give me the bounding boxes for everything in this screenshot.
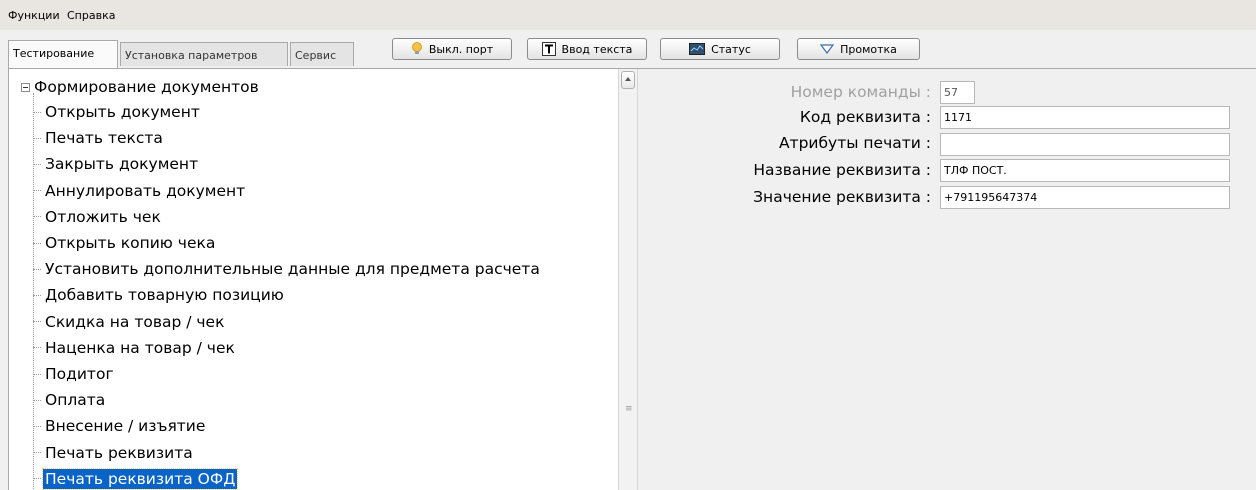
tree-item[interactable]: Подитог [33, 361, 116, 387]
req-name-label: Название реквизита : [753, 161, 931, 179]
tree-item-label: Печать реквизита ОФД [41, 467, 239, 490]
req-value-label: Значение реквизита : [753, 188, 931, 206]
text-T-icon [541, 42, 556, 56]
status-button[interactable]: Статус [660, 38, 780, 60]
tree-item[interactable]: Аннулировать документ [33, 178, 247, 204]
tree-item[interactable]: Печать реквизита [33, 440, 195, 466]
req-code-field[interactable] [940, 106, 1230, 129]
tree-connector [33, 373, 41, 375]
tree-connector [33, 216, 41, 218]
tab-testing[interactable]: Тестирование [8, 40, 118, 68]
tree-item[interactable]: Отложить чек [33, 204, 163, 230]
port-off-button[interactable]: Выкл. порт [392, 38, 512, 60]
tree-item[interactable]: Печать реквизита ОФД [33, 466, 239, 490]
tree-item[interactable]: Открыть документ [33, 99, 202, 125]
cmd-number-field [940, 81, 975, 104]
tree-connector [33, 268, 41, 270]
tree-connector [33, 399, 41, 401]
tab-parameters[interactable]: Установка параметров [120, 42, 288, 66]
tree-item-label: Внесение / изъятие [45, 417, 206, 436]
tree-item[interactable]: Оплата [33, 387, 107, 413]
tree-item-label: Отложить чек [45, 207, 161, 226]
tree-item-label: Печать текста [45, 129, 163, 148]
tree-item-label: Добавить товарную позицию [45, 286, 284, 305]
tree-connector [33, 425, 41, 427]
command-tree[interactable]: Формирование документов Открыть документ… [8, 69, 618, 490]
text-input-label: Ввод текста [561, 42, 633, 56]
cmd-number-label: Номер команды : [790, 83, 931, 101]
tree-root-node[interactable]: Формирование документов [21, 78, 259, 96]
feed-button[interactable]: Промотка [797, 38, 920, 60]
menu-functions[interactable]: Функции [8, 9, 60, 22]
feed-label: Промотка [840, 42, 897, 56]
tree-connector [33, 242, 41, 244]
monitor-icon [689, 43, 706, 55]
tab-service[interactable]: Сервис [290, 42, 354, 66]
tree-item-label: Аннулировать документ [45, 181, 246, 200]
tree-connector [33, 478, 41, 480]
tree-connector [33, 347, 41, 349]
tree-item-label: Установить дополнительные данные для пре… [45, 260, 540, 279]
port-off-label: Выкл. порт [428, 42, 494, 56]
tree-item[interactable]: Скидка на товар / чек [33, 309, 226, 335]
tree-item[interactable]: Установить дополнительные данные для пре… [33, 256, 542, 282]
lightbulb-icon [411, 42, 423, 56]
tree-item[interactable]: Добавить товарную позицию [33, 282, 286, 308]
tree-connector [33, 452, 41, 454]
tree-item-label: Скидка на товар / чек [45, 312, 225, 331]
tree-item-label: Печать реквизита [45, 443, 193, 462]
tree-item-label: Открыть документ [45, 103, 200, 121]
tree-item-label: Подитог [45, 365, 114, 383]
tree-item-label: Наценка на товар / чек [45, 338, 235, 357]
tree-scrollbar[interactable]: ≡ [618, 69, 638, 490]
tree-connector [33, 321, 41, 323]
tree-item[interactable]: Открыть копию чека [33, 230, 217, 256]
req-value-field[interactable] [940, 186, 1230, 209]
tree-connector [33, 163, 41, 165]
print-attrs-field[interactable] [940, 133, 1230, 156]
tree-connector [33, 294, 41, 296]
scroll-grip-icon: ≡ [625, 404, 633, 414]
text-input-button[interactable]: Ввод текста [527, 38, 647, 60]
tree-item[interactable]: Закрыть документ [33, 151, 200, 177]
status-label: Статус [711, 42, 751, 56]
tree-item-label: Закрыть документ [45, 155, 199, 174]
print-attrs-label: Атрибуты печати : [778, 134, 931, 152]
req-name-field[interactable] [940, 159, 1230, 182]
chevron-down-icon [820, 44, 835, 54]
tree-item-label: Оплата [45, 391, 106, 410]
menu-bar: Функции Справка [0, 0, 1256, 30]
collapse-icon[interactable] [21, 82, 30, 92]
tree-item[interactable]: Наценка на товар / чек [33, 335, 237, 361]
menu-help[interactable]: Справка [67, 9, 115, 22]
scroll-up-button[interactable] [621, 71, 635, 89]
tree-item-label: Открыть копию чека [45, 234, 216, 252]
tree-item[interactable]: Внесение / изъятие [33, 413, 207, 439]
req-code-label: Код реквизита : [799, 108, 931, 126]
tree-connector [33, 190, 41, 192]
tree-connector [33, 111, 41, 113]
tree-item[interactable]: Печать текста [33, 125, 165, 151]
tree-root-label: Формирование документов [34, 78, 259, 96]
tree-connector [33, 137, 41, 139]
